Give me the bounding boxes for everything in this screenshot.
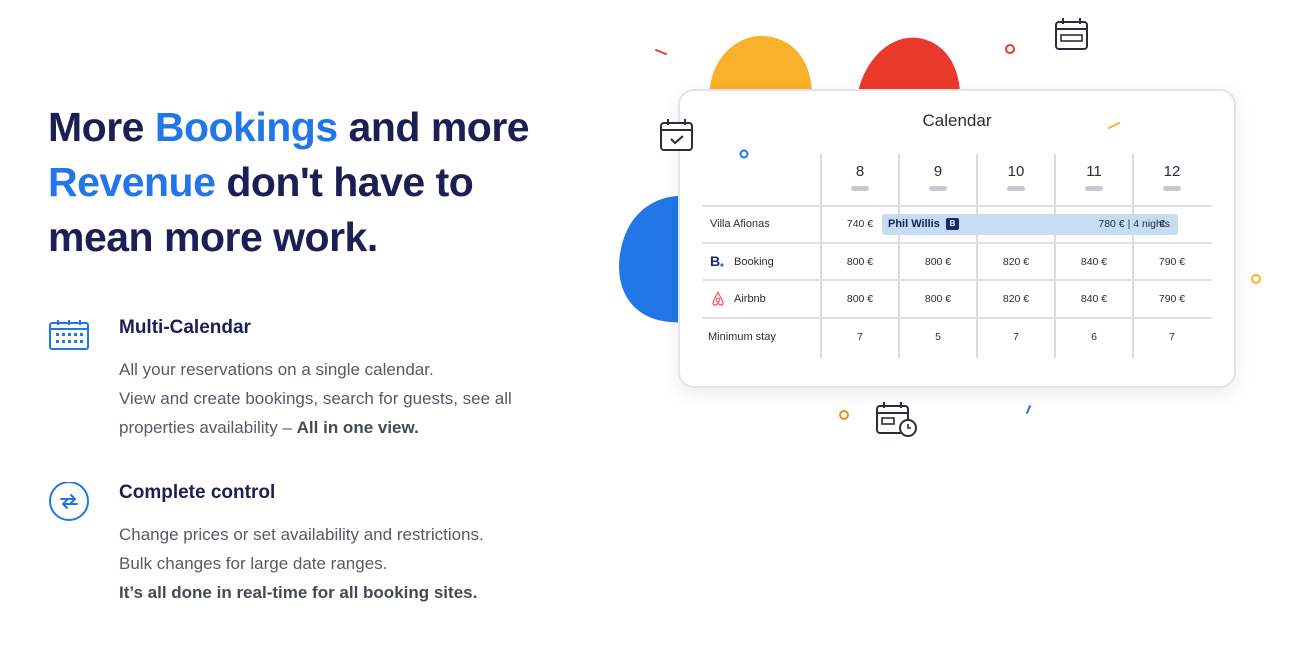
confetti-decoration	[655, 44, 1261, 420]
